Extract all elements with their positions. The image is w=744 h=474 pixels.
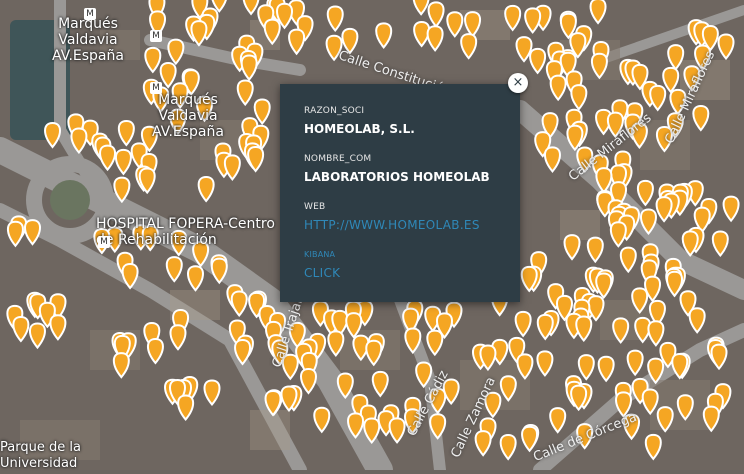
field-value-nombre-com: LABORATORIOS HOMEOLAB xyxy=(304,170,490,184)
web-link[interactable]: HTTP://WWW.HOMEOLAB.ES xyxy=(304,218,480,232)
field-label-web: WEB xyxy=(304,202,326,212)
kibana-click-link[interactable]: CLICK xyxy=(304,266,340,280)
metro-station-icon: M xyxy=(98,236,110,248)
place-label-parque-universidad: Parque de la Universidad xyxy=(0,440,81,471)
feature-popup: RAZON_SOCI HOMEOLAB, S.L. NOMBRE_COM LAB… xyxy=(280,84,520,302)
field-label-razon-soci: RAZON_SOCI xyxy=(304,106,365,116)
place-label-marques-valdavia-2: Marqués Valdavia AV.España xyxy=(152,92,224,140)
metro-station-icon: M xyxy=(150,82,162,94)
close-icon[interactable]: × xyxy=(508,73,528,93)
place-label-marques-valdavia: Marqués Valdavia AV.España xyxy=(52,16,124,64)
field-label-nombre-com: NOMBRE_COM xyxy=(304,154,372,164)
field-label-kibana: KIBANA xyxy=(304,250,336,259)
metro-station-icon: M xyxy=(150,30,162,42)
metro-station-icon: M xyxy=(84,8,96,20)
field-value-razon-soci: HOMEOLAB, S.L. xyxy=(304,122,415,136)
place-label-hospital: HOSPITAL FOPERA-Centro de Rehabilitación xyxy=(96,216,275,248)
